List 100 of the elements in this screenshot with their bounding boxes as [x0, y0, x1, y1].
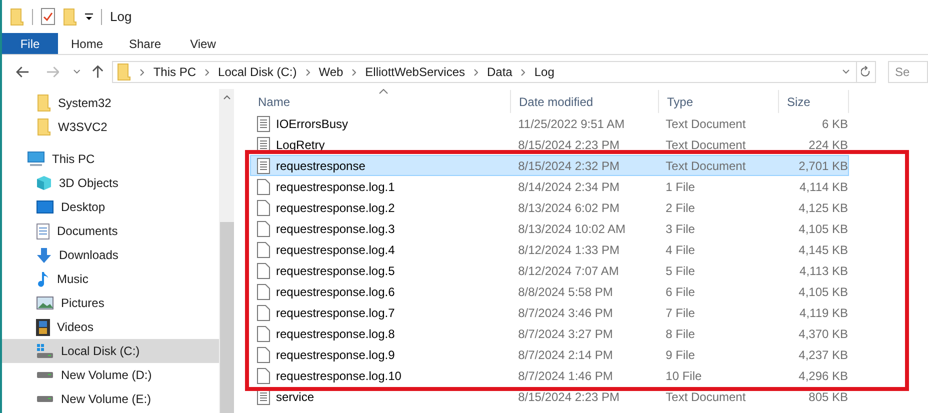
up-arrow-icon[interactable] — [92, 65, 104, 79]
sidebar-item[interactable]: Desktop — [2, 195, 219, 219]
file-row[interactable]: requestresponse.log.7 8/7/2024 3:46 PM 7 File 4,119 KB — [250, 302, 849, 323]
sort-caret-icon — [379, 89, 388, 94]
column-header[interactable]: Name — [250, 90, 511, 113]
date-cell-text: 11/25/2022 9:51 AM — [517, 116, 626, 132]
size-cell-text: 4,113 KB — [798, 262, 848, 280]
date-cell-text: 8/15/2024 2:23 PM — [517, 136, 621, 154]
size-cell-text: 6 KB — [821, 116, 848, 132]
sidebar-item[interactable]: New Volume (D:) — [2, 363, 219, 387]
type-cell-text: 10 File — [664, 368, 703, 384]
sidebar-item[interactable]: Documents — [2, 219, 219, 243]
properties-icon[interactable] — [41, 8, 55, 25]
size-cell-text: 4,237 KB — [798, 346, 848, 364]
size-cell-text: 2,701 KB — [798, 158, 848, 174]
breadcrumb-item[interactable]: Web — [318, 63, 344, 81]
file-row[interactable]: requestresponse.log.3 8/13/2024 10:02 AM 3 File 4,105 KB — [250, 218, 849, 239]
dropdown-icon[interactable] — [85, 12, 93, 20]
file-name: requestresponse.log.2 — [276, 200, 395, 216]
down-arrow-icon — [36, 246, 52, 264]
file-name: requestresponse.log.10 — [276, 368, 402, 384]
scroll-up-icon[interactable] — [222, 95, 230, 100]
film-icon — [36, 318, 50, 336]
file-name: requestresponse.log.1 — [276, 178, 395, 196]
file-row[interactable]: requestresponse.log.5 8/12/2024 7:07 AM 5 File 4,113 KB — [250, 260, 849, 281]
type-cell-text: 8 File — [664, 326, 696, 342]
drive-icon — [36, 371, 54, 379]
size-cell-text: 4,105 KB — [798, 220, 848, 238]
ribbon-tab[interactable]: Share — [116, 33, 174, 54]
search-field[interactable]: Se — [888, 61, 928, 83]
file-row[interactable]: requestresponse.log.9 8/7/2024 2:14 PM 9 File 4,237 KB — [250, 344, 849, 365]
scrollbar[interactable] — [219, 89, 234, 413]
window-title: Log — [110, 8, 132, 26]
size-cell-text: 4,145 KB — [798, 242, 848, 258]
folder-icon — [63, 8, 77, 26]
file-row[interactable]: service 8/15/2024 2:23 PM Text Document 805 KB — [250, 386, 849, 407]
type-cell-text: 1 File — [664, 178, 696, 196]
breadcrumb-item[interactable]: This PC — [153, 63, 196, 81]
size-cell-text: 4,105 KB — [798, 284, 848, 300]
file-row[interactable]: requestresponse.log.4 8/12/2024 1:33 PM 4 File 4,145 KB — [250, 239, 849, 260]
breadcrumb-item[interactable]: Data — [487, 63, 512, 81]
monitor-icon — [27, 151, 45, 167]
type-cell-text: 3 File — [664, 220, 696, 238]
file-row[interactable]: requestresponse.log.1 8/14/2024 2:34 PM 1 File 4,114 KB — [250, 176, 849, 197]
sidebar-item[interactable]: Videos — [2, 315, 219, 339]
sidebar-item[interactable]: This PC — [2, 147, 219, 171]
sidebar-item[interactable]: 3D Objects — [2, 171, 219, 195]
column-header[interactable]: Size — [779, 90, 849, 113]
file-name: requestresponse.log.4 — [276, 242, 395, 258]
desktop-icon — [36, 200, 54, 214]
sidebar-item[interactable]: Local Disk (C:) — [2, 339, 219, 363]
sidebar-item[interactable]: Pictures — [2, 291, 219, 315]
refresh-icon[interactable] — [861, 66, 871, 78]
date-cell-text: 8/13/2024 10:02 AM — [517, 220, 627, 238]
ribbon-tab[interactable]: Home — [58, 33, 116, 54]
sidebar-item[interactable]: New Volume (E:) — [2, 387, 219, 411]
date-cell-text: 8/12/2024 1:33 PM — [517, 242, 621, 258]
sidebar-item[interactable]: W3SVC2 — [2, 115, 219, 139]
drive-icon — [36, 343, 54, 359]
breadcrumb-item[interactable]: ElliottWebServices — [365, 63, 465, 81]
date-cell-text: 8/15/2024 2:32 PM — [517, 158, 621, 174]
size-cell-text: 4,296 KB — [798, 368, 848, 384]
address-bar[interactable]: This PC Local Disk (C:) Web ElliottWebServices Data Log — [112, 61, 876, 83]
file-row[interactable]: requestresponse.log.8 8/7/2024 3:27 PM 8 File 4,370 KB — [250, 323, 849, 344]
column-header[interactable]: Type — [659, 90, 779, 113]
file-name: IOErrorsBusy — [276, 116, 348, 132]
sidebar-item[interactable]: System32 — [2, 91, 219, 115]
scrollbar-thumb[interactable] — [220, 222, 234, 413]
file-row[interactable]: requestresponse.log.2 8/13/2024 6:02 PM 2 File 4,125 KB — [250, 197, 849, 218]
size-cell-text: 805 KB — [808, 388, 848, 406]
file-icon — [257, 304, 270, 320]
file-name: requestresponse.log.7 — [276, 304, 395, 322]
file-row[interactable]: requestresponse.log.6 8/8/2024 5:58 PM 6 File 4,105 KB — [250, 281, 849, 302]
sidebar-item[interactable]: Downloads — [2, 243, 219, 267]
ribbon-tab[interactable]: View — [174, 33, 232, 54]
date-cell-text: 8/14/2024 2:34 PM — [517, 178, 621, 196]
file-icon — [257, 346, 270, 362]
breadcrumb-item[interactable]: Log — [534, 63, 554, 81]
date-cell-text: 8/12/2024 7:07 AM — [517, 262, 620, 280]
type-cell-text: 6 File — [664, 284, 696, 300]
date-cell-text: 8/7/2024 3:27 PM — [517, 326, 614, 342]
ribbon-tab[interactable]: File — [2, 33, 58, 54]
chevron-right-icon — [140, 68, 144, 76]
chevron-down-icon[interactable] — [842, 69, 850, 75]
column-header[interactable]: Date modified — [511, 90, 659, 113]
file-row[interactable]: requestresponse 8/15/2024 2:32 PM Text Document 2,701 KB — [250, 155, 849, 176]
sidebar-item[interactable]: Music — [2, 267, 219, 291]
back-arrow-icon[interactable] — [16, 66, 30, 78]
date-cell-text: 8/7/2024 1:46 PM — [517, 368, 614, 384]
file-row[interactable]: IOErrorsBusy 11/25/2022 9:51 AM Text Document 6 KB — [250, 113, 849, 134]
file-row[interactable]: requestresponse.log.10 8/7/2024 1:46 PM 10 File 4,296 KB — [250, 365, 849, 386]
type-cell-text: 9 File — [664, 346, 696, 364]
chevron-down-icon[interactable] — [73, 69, 81, 75]
date-cell-text: 8/13/2024 6:02 PM — [517, 200, 621, 216]
folder-icon — [10, 8, 24, 26]
type-cell-text: 4 File — [664, 242, 696, 258]
type-cell-text: Text Document — [664, 388, 747, 406]
file-icon — [257, 220, 270, 236]
type-cell-text: 7 File — [664, 304, 696, 322]
breadcrumb-item[interactable]: Local Disk (C:) — [218, 63, 297, 81]
